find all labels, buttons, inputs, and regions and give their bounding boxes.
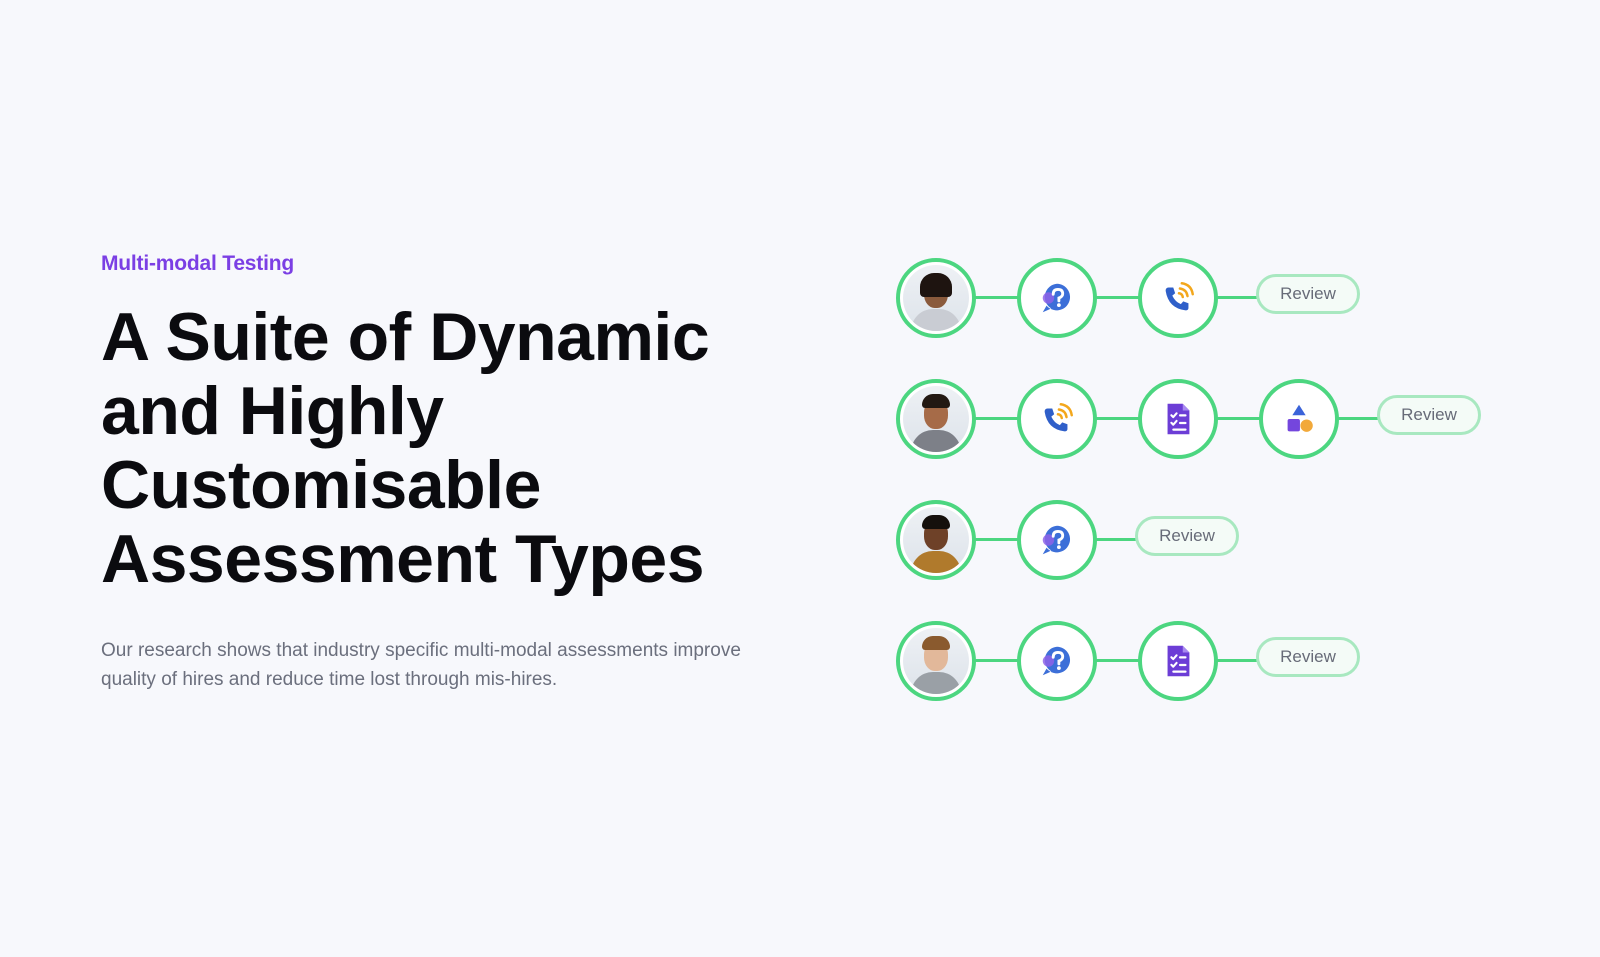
step-node[interactable] <box>1138 621 1218 701</box>
question-icon <box>1042 525 1071 555</box>
step-node[interactable] <box>1017 258 1097 338</box>
step-node[interactable] <box>1017 621 1097 701</box>
shapes-icon <box>1287 404 1313 432</box>
assessment-flow: Review <box>896 258 1576 379</box>
avatar-photo <box>903 628 969 694</box>
avatar-photo <box>903 507 969 573</box>
candidate-avatar[interactable] <box>896 500 976 580</box>
page-title: A Suite of Dynamic and Highly Customisab… <box>101 300 801 596</box>
step-node[interactable] <box>1017 379 1097 459</box>
title-line: A Suite of Dynamic <box>101 299 710 375</box>
assessment-flow: Review <box>896 379 1576 500</box>
step-node[interactable] <box>1017 500 1097 580</box>
checklist-icon <box>1167 645 1190 677</box>
assessment-flow: Review <box>896 621 1576 742</box>
phone-call-icon <box>1165 282 1194 311</box>
section-description: Our research shows that industry specifi… <box>101 640 741 690</box>
title-line: Assessment Types <box>101 521 705 597</box>
step-node[interactable] <box>1138 258 1218 338</box>
assessment-flows: Review Review Review Review <box>896 258 1576 742</box>
section-eyebrow: Multi-modal Testing <box>101 252 294 275</box>
flow-connector <box>934 296 1306 299</box>
phone-call-icon <box>1044 403 1073 432</box>
avatar-photo <box>903 265 969 331</box>
candidate-avatar[interactable] <box>896 621 976 701</box>
flow-connector <box>934 659 1306 662</box>
intro-section: Multi-modal Testing A Suite of Dynamic a… <box>101 252 801 694</box>
candidate-avatar[interactable] <box>896 379 976 459</box>
title-line: Customisable <box>101 447 541 523</box>
avatar-photo <box>903 386 969 452</box>
assessment-flow: Review <box>896 500 1576 621</box>
candidate-avatar[interactable] <box>896 258 976 338</box>
review-button[interactable]: Review <box>1135 516 1239 556</box>
question-icon <box>1042 646 1071 676</box>
question-icon <box>1042 283 1071 313</box>
step-node[interactable] <box>1259 379 1339 459</box>
title-line: and Highly <box>101 373 444 449</box>
review-button[interactable]: Review <box>1256 637 1360 677</box>
step-node[interactable] <box>1138 379 1218 459</box>
review-button[interactable]: Review <box>1377 395 1481 435</box>
checklist-icon <box>1167 403 1190 435</box>
review-button[interactable]: Review <box>1256 274 1360 314</box>
